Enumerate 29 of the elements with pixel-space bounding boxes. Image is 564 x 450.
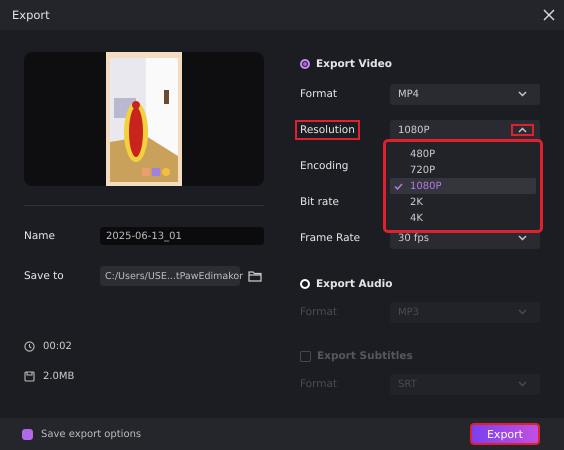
field-label: Name [24,230,56,242]
section-title: Export Audio [316,278,392,290]
select-field[interactable]: 1080P [390,120,540,140]
save-options-checkbox[interactable]: Save export options [22,428,142,440]
dropdown-option[interactable]: 1080P [390,178,536,194]
radio-button[interactable] [300,59,310,69]
field-label: Bit rate [299,195,340,210]
info-text: 00:02 [43,340,72,352]
section-title: Export Video [316,58,392,70]
field-label: Encoding [299,159,350,174]
section-title: Export Subtitles [317,350,413,362]
select-field[interactable]: MP4 [390,84,540,104]
folder-icon[interactable] [248,270,262,282]
dropdown-option[interactable]: 480P [390,146,536,162]
info-text: 2.0MB [43,370,74,382]
field-label: Frame Rate [299,231,362,246]
dropdown-option[interactable]: 4K [390,210,536,226]
clock-icon [24,340,35,352]
dropdown-option[interactable]: 720P [390,162,536,178]
name-field[interactable]: 2025-06-13_01 [100,227,264,245]
check-icon [394,182,403,190]
export-button[interactable]: Export [472,425,538,443]
window-title: Export [12,8,50,22]
field-label: Format [299,87,338,102]
dropdown-option[interactable]: 2K [390,194,536,210]
field-label: Save to [24,270,65,282]
close-icon[interactable] [542,8,556,22]
field-label: Resolution [297,122,358,138]
caret-icon[interactable] [513,126,532,134]
